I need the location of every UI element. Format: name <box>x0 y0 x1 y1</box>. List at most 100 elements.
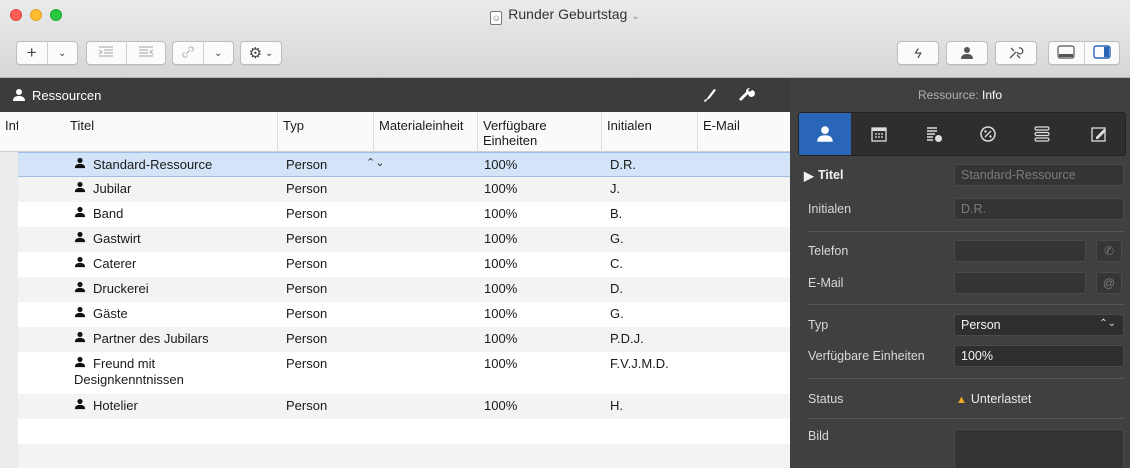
cell-verfuegbar: 100% <box>484 231 518 246</box>
phone-icon[interactable]: ✆ <box>1096 240 1122 262</box>
cell-initialen: H. <box>610 398 623 413</box>
tab-costs[interactable] <box>908 113 960 155</box>
link-icon[interactable] <box>173 45 203 62</box>
telefon-field[interactable] <box>954 240 1086 262</box>
email-field[interactable] <box>954 272 1086 294</box>
outdent-icon[interactable] <box>127 45 166 61</box>
cell-initialen: F.V.J.M.D. <box>610 356 669 371</box>
view-toggle-group <box>1048 41 1120 65</box>
tab-notes[interactable] <box>1073 113 1125 155</box>
cell-titel: Gastwirt <box>93 231 141 246</box>
chevron-down-icon: ⌄ <box>265 47 274 59</box>
person-icon <box>74 256 86 268</box>
column-header-email[interactable]: E-Mail <box>698 112 790 152</box>
cell-typ: Person <box>286 181 328 196</box>
tab-calendar[interactable] <box>853 113 905 155</box>
table-row[interactable]: Gastwirt Person 100% G. <box>18 227 790 252</box>
cell-titel: Hotelier <box>93 398 138 413</box>
tools-button[interactable] <box>995 41 1037 65</box>
column-header-initialen[interactable]: Initialen <box>602 112 698 152</box>
actions-button[interactable]: ϟ <box>897 41 939 65</box>
cell-typ[interactable]: Person <box>286 157 327 172</box>
add-button-group: + ⌄ <box>16 41 78 65</box>
column-header-titel[interactable]: Titel <box>65 112 278 152</box>
add-menu-chevron-icon[interactable]: ⌄ <box>48 48 78 59</box>
titel-disclosure-icon[interactable]: ▶ <box>804 168 814 183</box>
table-row[interactable]: Partner des Jubilars Person 100% P.D.J. <box>18 327 790 352</box>
cell-typ: Person <box>286 281 328 296</box>
initialen-field[interactable]: D.R. <box>954 198 1124 220</box>
bottom-panel-toggle-icon[interactable] <box>1049 44 1084 62</box>
column-header-typ[interactable]: Typ <box>278 112 374 152</box>
empty-row <box>18 419 790 444</box>
calendar-icon <box>871 127 887 142</box>
typ-label: Typ <box>808 318 829 332</box>
resources-button[interactable] <box>946 41 988 65</box>
column-header-verfuegbare-einheiten[interactable]: Verfügbare Einheiten <box>478 112 602 152</box>
cell-verfuegbar: 100% <box>484 398 518 413</box>
indent-button-group <box>86 41 166 65</box>
cell-verfuegbar: 100% <box>484 331 518 346</box>
edit-note-icon <box>1091 127 1106 142</box>
table-row[interactable]: Jubilar Person 100% J. <box>18 177 790 202</box>
cell-titel: Caterer <box>93 256 137 271</box>
cell-titel: Band <box>93 206 124 221</box>
window-titlebar: ☺ Runder Geburtstag ⌄ + ⌄ ⌄ ⚙ ⌄ ϟ <box>0 0 1130 78</box>
cell-titel: Partner des Jubilars <box>93 331 209 346</box>
cell-typ: Person <box>286 331 328 346</box>
tools-icon <box>1009 47 1024 59</box>
person-icon <box>74 281 86 293</box>
brush-icon[interactable] <box>702 86 720 104</box>
typ-popup-stepper-icon[interactable]: ⌃⌄ <box>366 156 384 169</box>
table-row[interactable]: Caterer Person 100% C. <box>18 252 790 277</box>
percent-icon <box>980 126 996 142</box>
window-title-text: Runder Geburtstag <box>508 6 628 22</box>
inspector-title: Ressource: Info <box>790 78 1130 112</box>
typ-select[interactable]: Person ⌃⌄ <box>954 314 1124 336</box>
table-header: Titel Typ Materialeinheit Verfügbare Ein… <box>18 112 790 152</box>
cell-titel: Druckerei <box>93 281 149 296</box>
cell-verfuegbar: 100% <box>484 256 518 271</box>
bild-image-well[interactable] <box>954 429 1124 468</box>
tab-info[interactable] <box>799 113 851 155</box>
add-button[interactable]: + <box>17 43 47 63</box>
lightning-icon: ϟ <box>914 45 922 61</box>
column-header-materialeinheit[interactable]: Materialeinheit <box>374 112 478 152</box>
person-icon <box>961 47 973 59</box>
table-row[interactable]: Freund mit Designkenntnissen Person 100%… <box>18 352 790 394</box>
list-icon <box>1034 126 1050 142</box>
action-menu-button[interactable]: ⚙ ⌄ <box>240 41 282 65</box>
gear-icon: ⚙ <box>248 45 263 62</box>
table-row[interactable]: Hotelier Person 100% H. <box>18 394 790 419</box>
link-menu-chevron-icon[interactable]: ⌄ <box>204 48 234 59</box>
divider <box>808 378 1124 379</box>
table-row[interactable]: Gäste Person 100% G. <box>18 302 790 327</box>
einheiten-field[interactable]: 100% <box>954 345 1124 367</box>
person-icon <box>74 181 86 193</box>
inspector-toggle-icon[interactable] <box>1085 44 1120 62</box>
chevron-down-icon: ⌄ <box>631 11 640 22</box>
indent-icon[interactable] <box>87 45 126 61</box>
cell-typ: Person <box>286 356 328 371</box>
warning-triangle-icon: ▲ <box>956 394 967 406</box>
window-title[interactable]: ☺ Runder Geburtstag ⌄ <box>0 6 1130 25</box>
cell-titel: Gäste <box>93 306 128 321</box>
inspector-title-section: Info <box>982 88 1003 102</box>
link-button-group: ⌄ <box>172 41 234 65</box>
titel-field[interactable]: Standard-Ressource <box>954 164 1124 186</box>
table-row[interactable]: Standard-Ressource Person ⌃⌄ 100% D.R. <box>18 152 790 177</box>
email-label: E-Mail <box>808 276 844 290</box>
person-icon <box>13 89 25 101</box>
cell-initialen: J. <box>610 181 621 196</box>
table-row[interactable]: Druckerei Person 100% D. <box>18 277 790 302</box>
cell-initialen: B. <box>610 206 623 221</box>
cell-verfuegbar: 100% <box>484 181 518 196</box>
cell-typ: Person <box>286 206 328 221</box>
initialen-label: Initialen <box>808 202 852 216</box>
at-sign-icon[interactable]: @ <box>1096 272 1122 294</box>
cell-typ: Person <box>286 306 328 321</box>
tab-list[interactable] <box>1016 113 1068 155</box>
wrench-icon[interactable] <box>738 86 756 104</box>
table-row[interactable]: Band Person 100% B. <box>18 202 790 227</box>
tab-percentage[interactable] <box>962 113 1014 155</box>
